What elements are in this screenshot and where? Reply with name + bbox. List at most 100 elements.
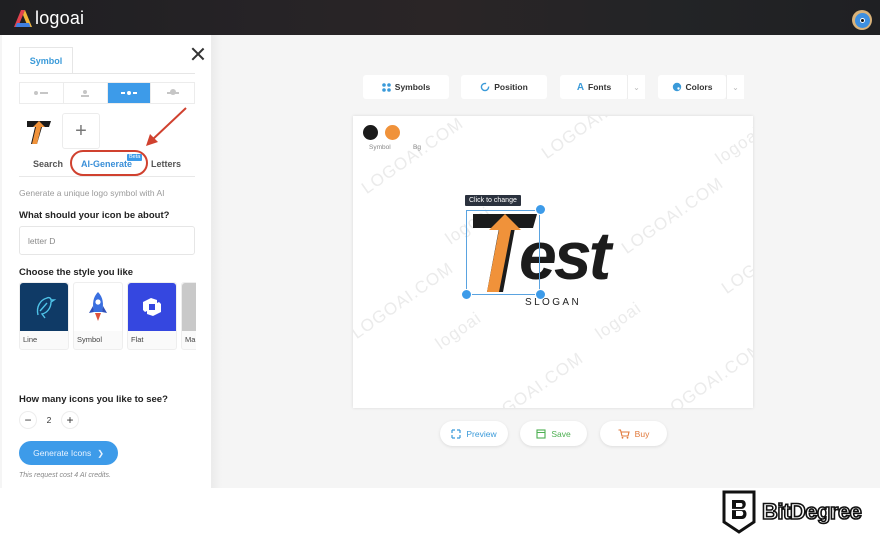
buy-label: Buy	[634, 428, 650, 439]
preview-label: Preview	[466, 428, 497, 439]
top-navbar: logoai	[0, 0, 880, 35]
layout-selector	[19, 82, 195, 104]
colors-label: Colors	[685, 82, 713, 92]
decrement-button[interactable]: −	[19, 411, 37, 429]
layout-symbol-center[interactable]	[107, 83, 152, 103]
style-symbol-preview	[74, 283, 122, 331]
save-icon	[536, 428, 546, 439]
save-label: Save	[551, 428, 571, 439]
position-label: Position	[494, 82, 528, 92]
style-flat-preview	[128, 283, 176, 331]
position-refresh-icon	[480, 82, 490, 92]
style-options: Line Symbol Flat Ma	[19, 282, 196, 355]
app-window: logoai Symbol + Search AI-Generate Beta …	[0, 0, 880, 488]
subtab-ai-generate[interactable]: AI-Generate	[81, 159, 132, 169]
style-name: Ma	[185, 335, 196, 344]
icon-count-value[interactable]: 2	[41, 415, 57, 425]
save-button[interactable]: Save	[520, 421, 587, 446]
rotate-handle[interactable]	[461, 289, 472, 300]
ai-description: Generate a unique logo symbol with AI	[19, 188, 165, 198]
colors-button[interactable]: Colors	[658, 75, 726, 99]
layout-symbol-behind[interactable]	[151, 83, 194, 103]
credit-cost-note: This request cost 4 AI credits.	[19, 472, 111, 479]
add-symbol-button[interactable]: +	[62, 113, 100, 149]
brand-logo[interactable]: logoai	[13, 8, 84, 28]
style-card-line[interactable]: Line	[19, 282, 69, 350]
subtab-search[interactable]: Search	[33, 159, 63, 169]
icon-topic-label: What should your icon be about?	[19, 210, 170, 221]
delete-handle[interactable]	[535, 289, 546, 300]
tab-symbol[interactable]: Symbol	[19, 47, 73, 74]
watermark: LOGOAI.COM	[718, 213, 753, 298]
style-name: Flat	[131, 335, 144, 344]
bitdegree-shield-icon	[722, 490, 756, 534]
chevron-right-icon: ❯	[97, 448, 104, 458]
watermark: logoai	[591, 298, 645, 344]
bird-icon	[36, 296, 57, 319]
symbol-color-swatch[interactable]	[363, 125, 378, 140]
style-label: Choose the style you like	[19, 267, 134, 278]
style-line-preview	[20, 283, 68, 331]
brand-name: logoai	[35, 8, 85, 28]
watermark: logoai	[431, 308, 485, 354]
resize-handle[interactable]	[535, 204, 546, 215]
logoai-mark-icon	[14, 9, 32, 27]
watermark: logoai	[711, 123, 753, 169]
icon-topic-input[interactable]	[19, 226, 195, 255]
bitdegree-watermark: BitDegree	[722, 490, 863, 534]
subtab-letters[interactable]: Letters	[151, 159, 181, 169]
layout-behind-icon	[166, 89, 179, 95]
palette-icon	[672, 82, 681, 92]
cart-icon	[618, 428, 630, 439]
expand-icon	[451, 428, 461, 439]
user-avatar[interactable]	[852, 10, 872, 30]
generate-icons-label: Generate Icons	[33, 448, 92, 458]
colors-dropdown-toggle[interactable]: ⌄	[726, 75, 744, 99]
rocket-icon	[89, 292, 107, 321]
font-a-icon: A	[576, 81, 585, 93]
layout-symbol-left[interactable]	[20, 83, 64, 103]
tab-divider	[19, 73, 195, 74]
position-button[interactable]: Position	[461, 75, 547, 99]
logo-slogan[interactable]: SLOGAN	[525, 297, 581, 308]
current-symbol-thumbnail[interactable]	[24, 118, 54, 146]
symbols-grid-icon	[381, 82, 391, 92]
click-to-change-tooltip: Click to change	[465, 195, 521, 206]
watermark: LOGOAI.COM	[478, 348, 587, 408]
increment-button[interactable]: +	[61, 411, 79, 429]
interlock-squares-icon	[143, 298, 161, 316]
watermark: LOGOAI.COM	[353, 258, 457, 343]
fonts-dropdown-toggle[interactable]: ⌄	[627, 75, 645, 99]
bg-color-swatch[interactable]	[385, 125, 400, 140]
layout-left-icon	[34, 91, 49, 95]
close-icon[interactable]	[191, 47, 205, 61]
fonts-button[interactable]: A Fonts	[560, 75, 628, 99]
style-card-flat[interactable]: Flat	[127, 282, 177, 350]
watermark: LOGOAI.COM	[538, 116, 647, 163]
watermark: LOGOAI.COM	[658, 338, 753, 408]
symbol-subtabs: Search AI-Generate Beta Letters	[19, 154, 195, 177]
selection-box	[466, 210, 540, 295]
fonts-label: Fonts	[588, 82, 612, 92]
symbol-swatch-label: Symbol	[369, 144, 391, 151]
preview-button[interactable]: Preview	[440, 421, 508, 446]
style-card-mascot[interactable]: Ma	[181, 282, 196, 350]
style-name: Line	[23, 335, 38, 344]
logo-canvas[interactable]: LOGOAI.COM LOGOAI.COM LOGOAI.COM LOGOAI.…	[353, 116, 753, 408]
icon-count-label: How many icons you like to see?	[19, 394, 168, 405]
layout-symbol-top[interactable]	[64, 83, 108, 103]
bitdegree-wordmark: BitDegree	[761, 498, 863, 525]
watermark: LOGOAI.COM	[618, 173, 727, 258]
symbols-button[interactable]: Symbols	[363, 75, 449, 99]
bg-swatch-label: Bg	[413, 144, 421, 151]
generate-icons-button[interactable]: Generate Icons ❯	[19, 441, 118, 465]
icon-count-stepper: − 2 +	[19, 411, 79, 429]
style-mascot-preview	[182, 283, 196, 331]
buy-button[interactable]: Buy	[600, 421, 667, 446]
layout-center-icon	[120, 91, 137, 95]
style-card-symbol[interactable]: Symbol	[73, 282, 123, 350]
beta-badge: Beta	[127, 154, 143, 161]
layout-top-icon	[81, 89, 90, 97]
symbol-sidebar: Symbol + Search AI-Generate Beta Letters…	[2, 35, 212, 488]
symbols-label: Symbols	[394, 82, 431, 92]
